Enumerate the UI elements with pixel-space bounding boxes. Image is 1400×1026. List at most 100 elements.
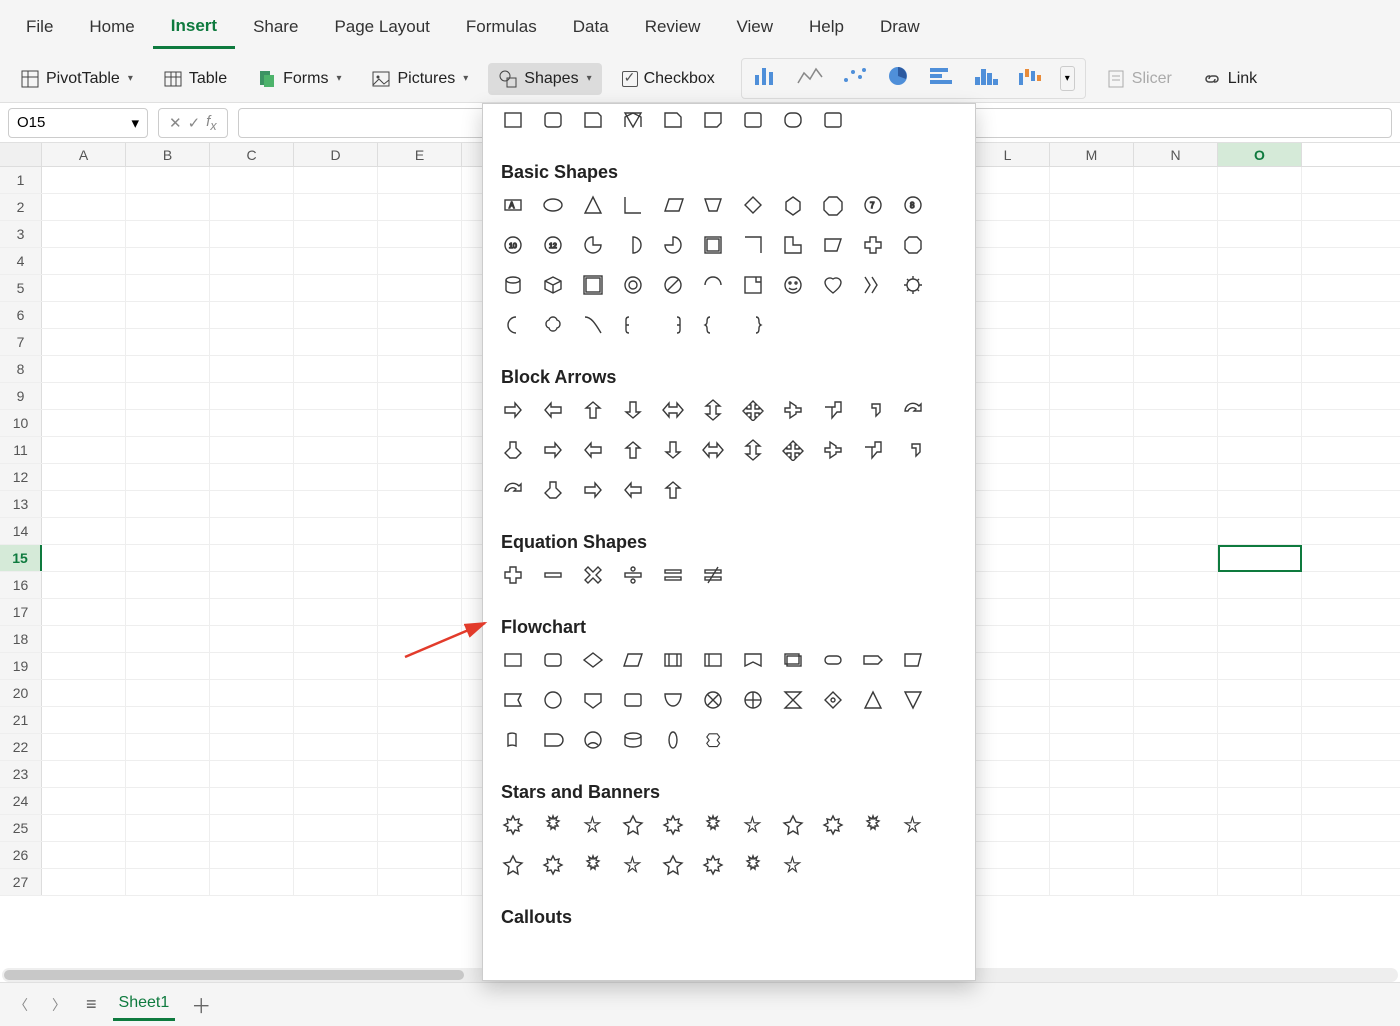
- cell-N19[interactable]: [1134, 653, 1218, 679]
- cell-D3[interactable]: [294, 221, 378, 247]
- menu-view[interactable]: View: [718, 7, 791, 47]
- shape-rect-6[interactable]: [741, 108, 765, 132]
- shape-block-7[interactable]: [781, 398, 805, 422]
- cell-A5[interactable]: [42, 275, 126, 301]
- shape-basic-17[interactable]: [741, 233, 765, 257]
- cell-L27[interactable]: [966, 869, 1050, 895]
- cell-E14[interactable]: [378, 518, 462, 544]
- cell-C15[interactable]: [210, 545, 294, 571]
- shape-block-22[interactable]: [501, 478, 525, 502]
- shape-basic-36[interactable]: [621, 313, 645, 337]
- shape-block-13[interactable]: [581, 438, 605, 462]
- cell-D25[interactable]: [294, 815, 378, 841]
- shape-block-23[interactable]: [541, 478, 565, 502]
- shape-basic-39[interactable]: [741, 313, 765, 337]
- shape-basic-8[interactable]: [821, 193, 845, 217]
- shape-block-16[interactable]: [701, 438, 725, 462]
- cell-E5[interactable]: [378, 275, 462, 301]
- cell-L25[interactable]: [966, 815, 1050, 841]
- shape-basic-7[interactable]: [781, 193, 805, 217]
- cell-L4[interactable]: [966, 248, 1050, 274]
- cell-A17[interactable]: [42, 599, 126, 625]
- cell-B19[interactable]: [126, 653, 210, 679]
- cell-A2[interactable]: [42, 194, 126, 220]
- cell-N2[interactable]: [1134, 194, 1218, 220]
- cell-A19[interactable]: [42, 653, 126, 679]
- shape-rect-8[interactable]: [821, 108, 845, 132]
- cell-B24[interactable]: [126, 788, 210, 814]
- shape-basic-37[interactable]: [661, 313, 685, 337]
- cell-D7[interactable]: [294, 329, 378, 355]
- cell-E23[interactable]: [378, 761, 462, 787]
- scatter-chart-icon[interactable]: [840, 65, 868, 92]
- col-header-D[interactable]: D: [294, 143, 378, 166]
- cell-M10[interactable]: [1050, 410, 1134, 436]
- cell-D5[interactable]: [294, 275, 378, 301]
- cell-O5[interactable]: [1218, 275, 1302, 301]
- row-header-3[interactable]: 3: [0, 221, 42, 247]
- cell-E22[interactable]: [378, 734, 462, 760]
- cell-N20[interactable]: [1134, 680, 1218, 706]
- cell-M15[interactable]: [1050, 545, 1134, 571]
- sheet-tab-active[interactable]: Sheet1: [113, 988, 176, 1021]
- cell-E9[interactable]: [378, 383, 462, 409]
- checkbox-button[interactable]: Checkbox: [612, 64, 725, 94]
- shape-basic-21[interactable]: [901, 233, 925, 257]
- cell-O11[interactable]: [1218, 437, 1302, 463]
- cell-O26[interactable]: [1218, 842, 1302, 868]
- cell-N5[interactable]: [1134, 275, 1218, 301]
- shape-basic-25[interactable]: [621, 273, 645, 297]
- cell-A3[interactable]: [42, 221, 126, 247]
- cell-E20[interactable]: [378, 680, 462, 706]
- cell-M24[interactable]: [1050, 788, 1134, 814]
- shape-block-21[interactable]: [901, 438, 925, 462]
- cell-L18[interactable]: [966, 626, 1050, 652]
- cell-D20[interactable]: [294, 680, 378, 706]
- menu-page-layout[interactable]: Page Layout: [316, 7, 447, 47]
- cell-M4[interactable]: [1050, 248, 1134, 274]
- cell-O10[interactable]: [1218, 410, 1302, 436]
- cell-L24[interactable]: [966, 788, 1050, 814]
- cell-D16[interactable]: [294, 572, 378, 598]
- cell-L2[interactable]: [966, 194, 1050, 220]
- cell-L11[interactable]: [966, 437, 1050, 463]
- cell-C21[interactable]: [210, 707, 294, 733]
- cell-C9[interactable]: [210, 383, 294, 409]
- cell-O4[interactable]: [1218, 248, 1302, 274]
- cell-A22[interactable]: [42, 734, 126, 760]
- shape-stars-3[interactable]: [621, 813, 645, 837]
- cell-A8[interactable]: [42, 356, 126, 382]
- cell-L16[interactable]: [966, 572, 1050, 598]
- shape-block-4[interactable]: [661, 398, 685, 422]
- cell-D11[interactable]: [294, 437, 378, 463]
- shape-block-11[interactable]: [501, 438, 525, 462]
- cell-M6[interactable]: [1050, 302, 1134, 328]
- shape-basic-20[interactable]: [861, 233, 885, 257]
- cell-L20[interactable]: [966, 680, 1050, 706]
- row-header-7[interactable]: 7: [0, 329, 42, 355]
- shape-stars-12[interactable]: [541, 853, 565, 877]
- cell-M1[interactable]: [1050, 167, 1134, 193]
- shape-flow-26[interactable]: [661, 728, 685, 752]
- cell-M8[interactable]: [1050, 356, 1134, 382]
- cell-N15[interactable]: [1134, 545, 1218, 571]
- cell-E19[interactable]: [378, 653, 462, 679]
- row-header-15[interactable]: 15: [0, 545, 42, 571]
- shape-basic-6[interactable]: [741, 193, 765, 217]
- shape-rect-5[interactable]: [701, 108, 725, 132]
- cell-C14[interactable]: [210, 518, 294, 544]
- cell-A26[interactable]: [42, 842, 126, 868]
- cell-L15[interactable]: [966, 545, 1050, 571]
- cell-M17[interactable]: [1050, 599, 1134, 625]
- cell-M3[interactable]: [1050, 221, 1134, 247]
- cell-B5[interactable]: [126, 275, 210, 301]
- cell-M12[interactable]: [1050, 464, 1134, 490]
- cell-O22[interactable]: [1218, 734, 1302, 760]
- cell-L23[interactable]: [966, 761, 1050, 787]
- cell-O23[interactable]: [1218, 761, 1302, 787]
- cell-C18[interactable]: [210, 626, 294, 652]
- menu-help[interactable]: Help: [791, 7, 862, 47]
- cell-B4[interactable]: [126, 248, 210, 274]
- cell-E2[interactable]: [378, 194, 462, 220]
- shape-flow-5[interactable]: [701, 648, 725, 672]
